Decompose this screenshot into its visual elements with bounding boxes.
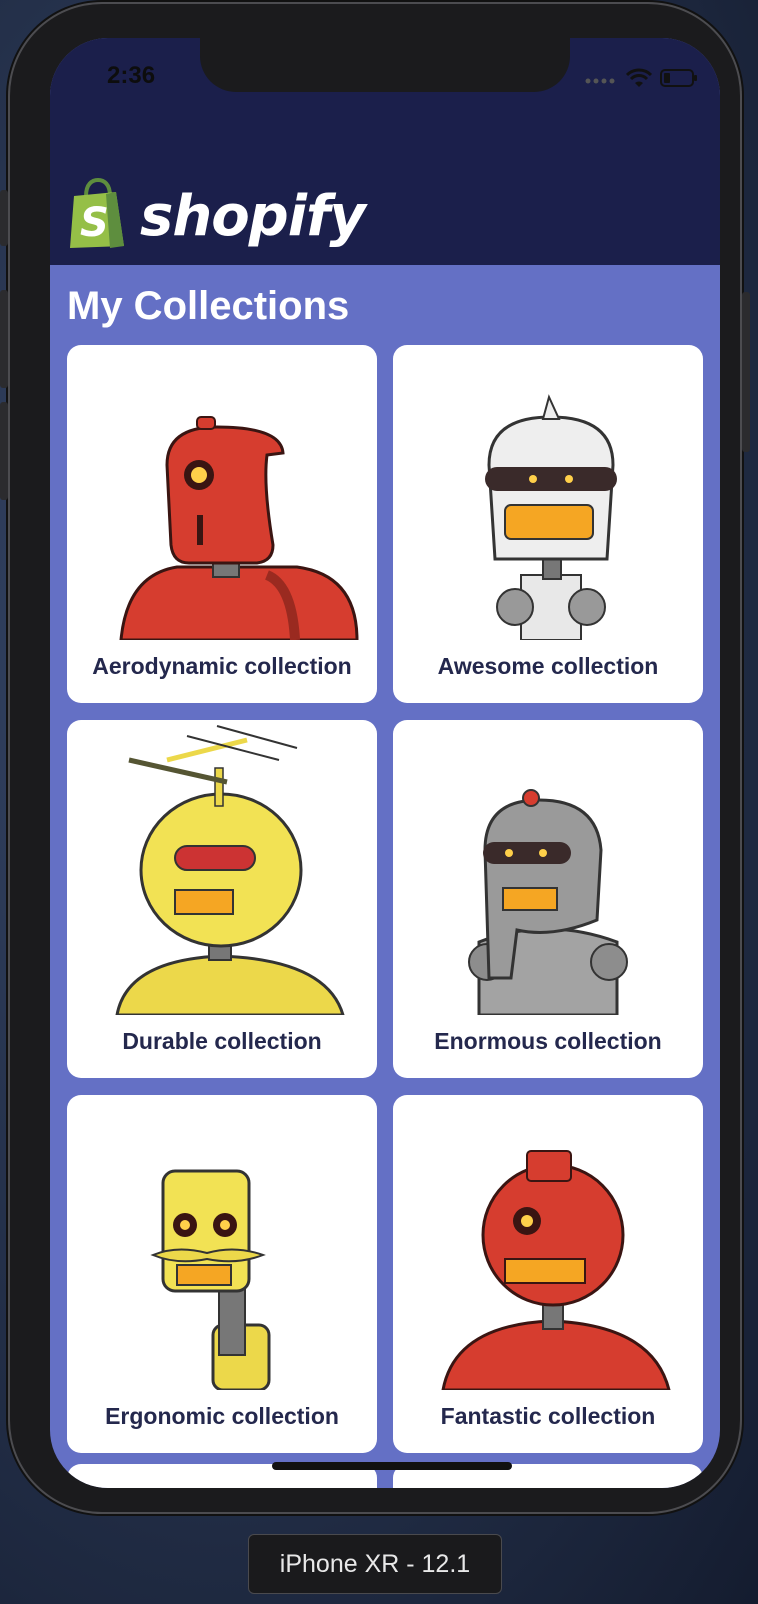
yellow-mustache-robot-icon [150,1169,271,1390]
status-time: 2:36 [107,62,156,89]
gray-robot-icon [468,789,628,1015]
collection-title: Enormous collection [434,1028,662,1054]
collection-card[interactable]: Aerodynamic collection [67,345,377,703]
signal-icon [584,72,618,90]
collection-title: Fantastic collection [440,1403,656,1429]
brand-name: shopify [140,183,366,249]
collection-title: Durable collection [122,1028,322,1054]
collection-title: Aerodynamic collection [92,653,352,679]
volume-down-button [0,402,8,500]
shopify-logo: S shopify [66,177,366,255]
collection-card[interactable]: Durable collection [67,720,377,1078]
collection-title: Ergonomic collection [105,1403,339,1429]
red-round-robot-icon [441,1150,671,1390]
notch [200,38,570,92]
battery-icon [660,68,698,93]
svg-text:S: S [80,200,109,246]
white-robot-icon [485,394,617,640]
red-robot-icon [119,416,359,640]
collection-card[interactable]: Fantastic collection [393,1095,703,1453]
page-title: My Collections [67,284,350,328]
shopping-bag-icon: S [66,177,130,255]
wifi-icon [625,68,653,93]
volume-up-button [0,290,8,388]
mute-switch [0,190,8,246]
collection-card[interactable]: Enormous collection [393,720,703,1078]
app-screen: 2:36 S shopify My Collections Aerodynami… [50,38,720,1488]
yellow-antenna-robot-icon [115,725,345,1015]
status-icons [584,68,698,93]
home-indicator[interactable] [272,1462,512,1470]
collection-card[interactable]: Awesome collection [393,345,703,703]
collection-title: Awesome collection [437,653,659,679]
collection-card[interactable]: Ergonomic collection [67,1095,377,1453]
power-button [742,292,750,452]
collections-grid: Aerodynamic collection Awesome collectio… [67,345,707,1453]
navigation-bar: 2:36 S shopify [50,38,720,265]
simulator-device-label: iPhone XR - 12.1 [248,1534,502,1594]
device-frame: 2:36 S shopify My Collections Aerodynami… [0,4,750,1512]
